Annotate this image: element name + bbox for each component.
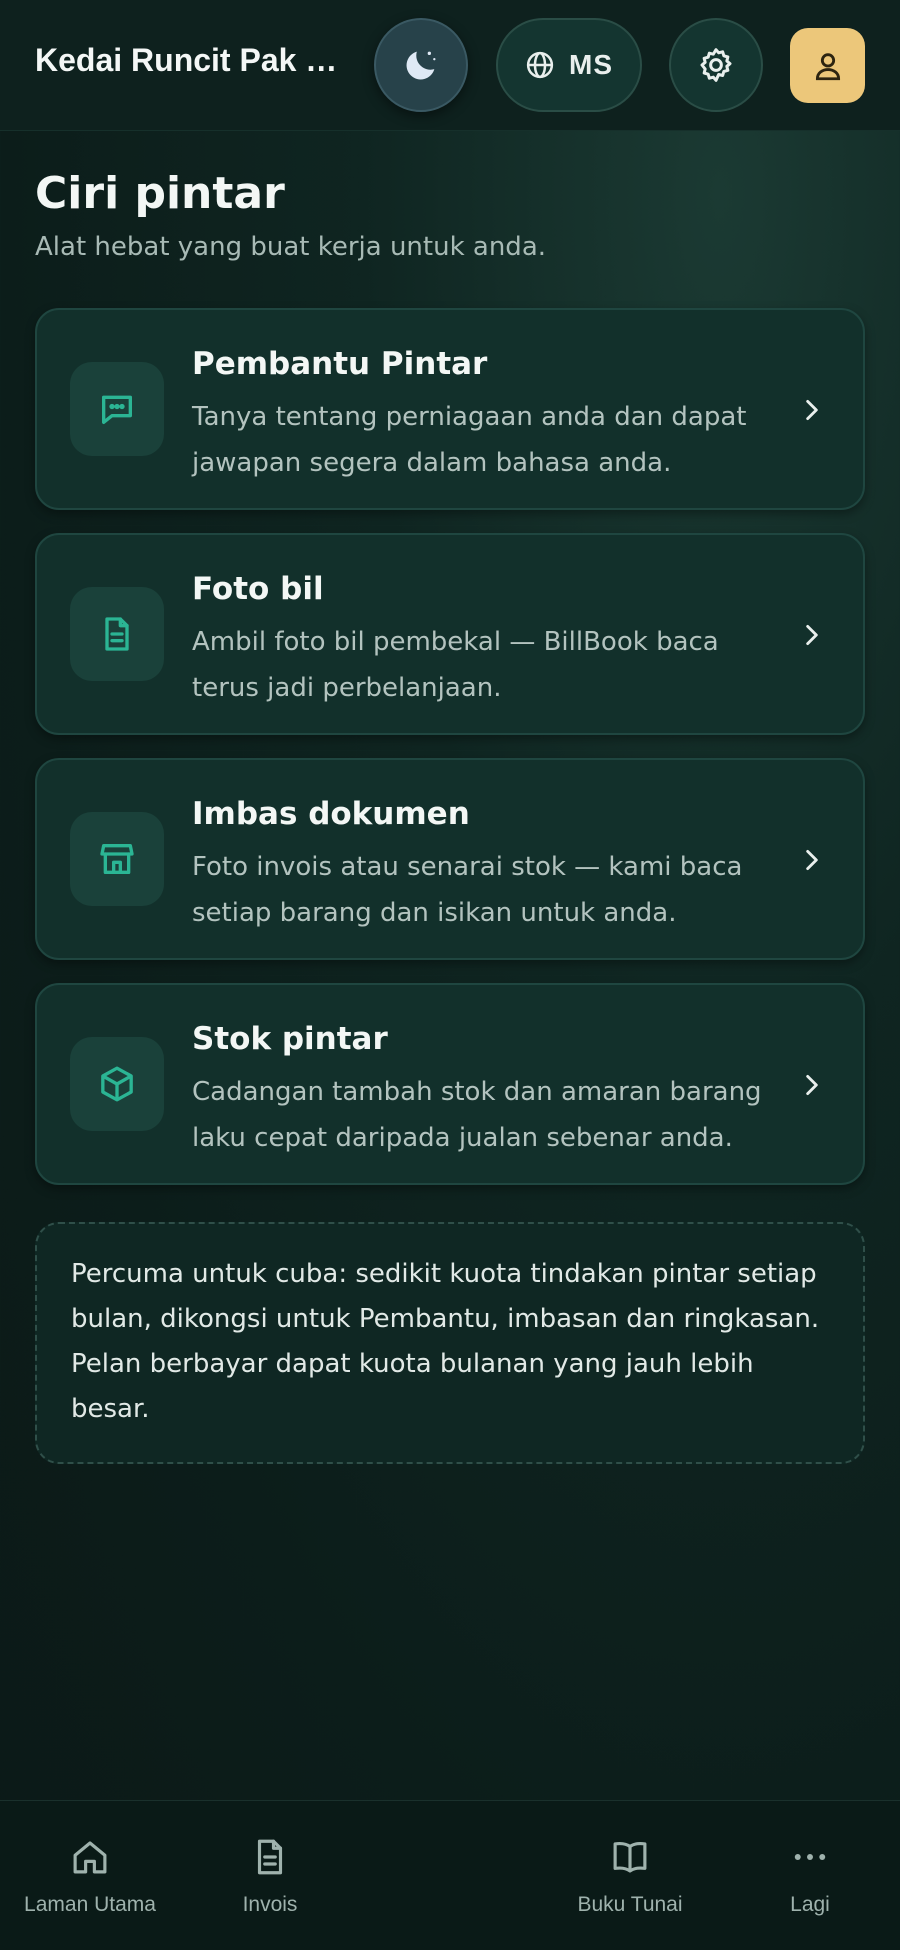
globe-icon	[526, 51, 554, 79]
chevron-right-icon	[806, 624, 818, 646]
feature-description: Foto invois atau senarai stok — kami bac…	[192, 852, 743, 928]
moon-icon	[406, 51, 436, 80]
box-icon	[101, 1066, 133, 1102]
nav-label: Invois	[242, 1893, 298, 1916]
feature-card-scan-document[interactable]: Imbas dokumen Foto invois atau senarai s…	[35, 758, 865, 960]
settings-button[interactable]	[669, 18, 763, 112]
more-icon	[794, 1854, 826, 1860]
feature-title: Imbas dokumen	[192, 796, 470, 832]
document-icon	[257, 1839, 283, 1875]
chevron-right-icon	[806, 399, 818, 421]
receipt-icon	[105, 617, 129, 651]
chevron-right-icon	[806, 1074, 818, 1096]
nav-label: Laman Utama	[24, 1893, 156, 1916]
chevron-right-icon	[806, 849, 818, 871]
feature-card-smart-assistant[interactable]: Pembantu Pintar Tanya tentang perniagaan…	[35, 308, 865, 510]
quota-note: Percuma untuk cuba: sedikit kuota tindak…	[35, 1222, 865, 1464]
feature-card-bill-photo[interactable]: Foto bil Ambil foto bil pembekal — BillB…	[35, 533, 865, 735]
feature-icon-box	[70, 587, 164, 681]
feature-description: Ambil foto bil pembekal — BillBook baca …	[192, 627, 719, 703]
top-bar: Kedai Runcit Pak Lah MS	[0, 0, 900, 131]
nav-label: Buku Tunai	[577, 1893, 683, 1916]
chat-icon	[102, 395, 132, 424]
bottom-nav: Laman Utama Invois Buku Tunai Lagi	[0, 1800, 900, 1950]
feature-title: Pembantu Pintar	[192, 346, 488, 382]
feature-description: Cadangan tambah stok dan amaran barang l…	[192, 1077, 762, 1153]
profile-button[interactable]	[790, 28, 865, 103]
feature-card-smart-stock[interactable]: Stok pintar Cadangan tambah stok dan ama…	[35, 983, 865, 1185]
feature-description: Tanya tentang perniagaan anda dan dapat …	[192, 402, 747, 478]
language-code: MS	[569, 49, 613, 80]
book-icon	[613, 1841, 647, 1873]
nav-item-home[interactable]: Laman Utama	[0, 1801, 180, 1950]
nav-item-cashbook[interactable]: Buku Tunai	[540, 1801, 720, 1950]
feature-icon-box	[70, 1037, 164, 1131]
nav-label: Lagi	[790, 1893, 830, 1916]
page-title: Ciri pintar	[35, 168, 285, 219]
user-icon	[815, 52, 840, 80]
store-icon	[100, 844, 134, 874]
feature-icon-box	[70, 812, 164, 906]
nav-item-invoices[interactable]: Invois	[180, 1801, 360, 1950]
home-icon	[73, 1841, 107, 1874]
gear-icon	[700, 48, 732, 82]
page-subtitle: Alat hebat yang buat kerja untuk anda.	[35, 232, 547, 262]
theme-toggle-button[interactable]	[374, 18, 468, 112]
shop-name[interactable]: Kedai Runcit Pak Lah	[35, 42, 345, 79]
feature-title: Foto bil	[192, 571, 324, 607]
feature-title: Stok pintar	[192, 1021, 388, 1057]
nav-item-more[interactable]: Lagi	[720, 1801, 900, 1950]
language-button[interactable]: MS	[496, 18, 642, 112]
feature-icon-box	[70, 362, 164, 456]
